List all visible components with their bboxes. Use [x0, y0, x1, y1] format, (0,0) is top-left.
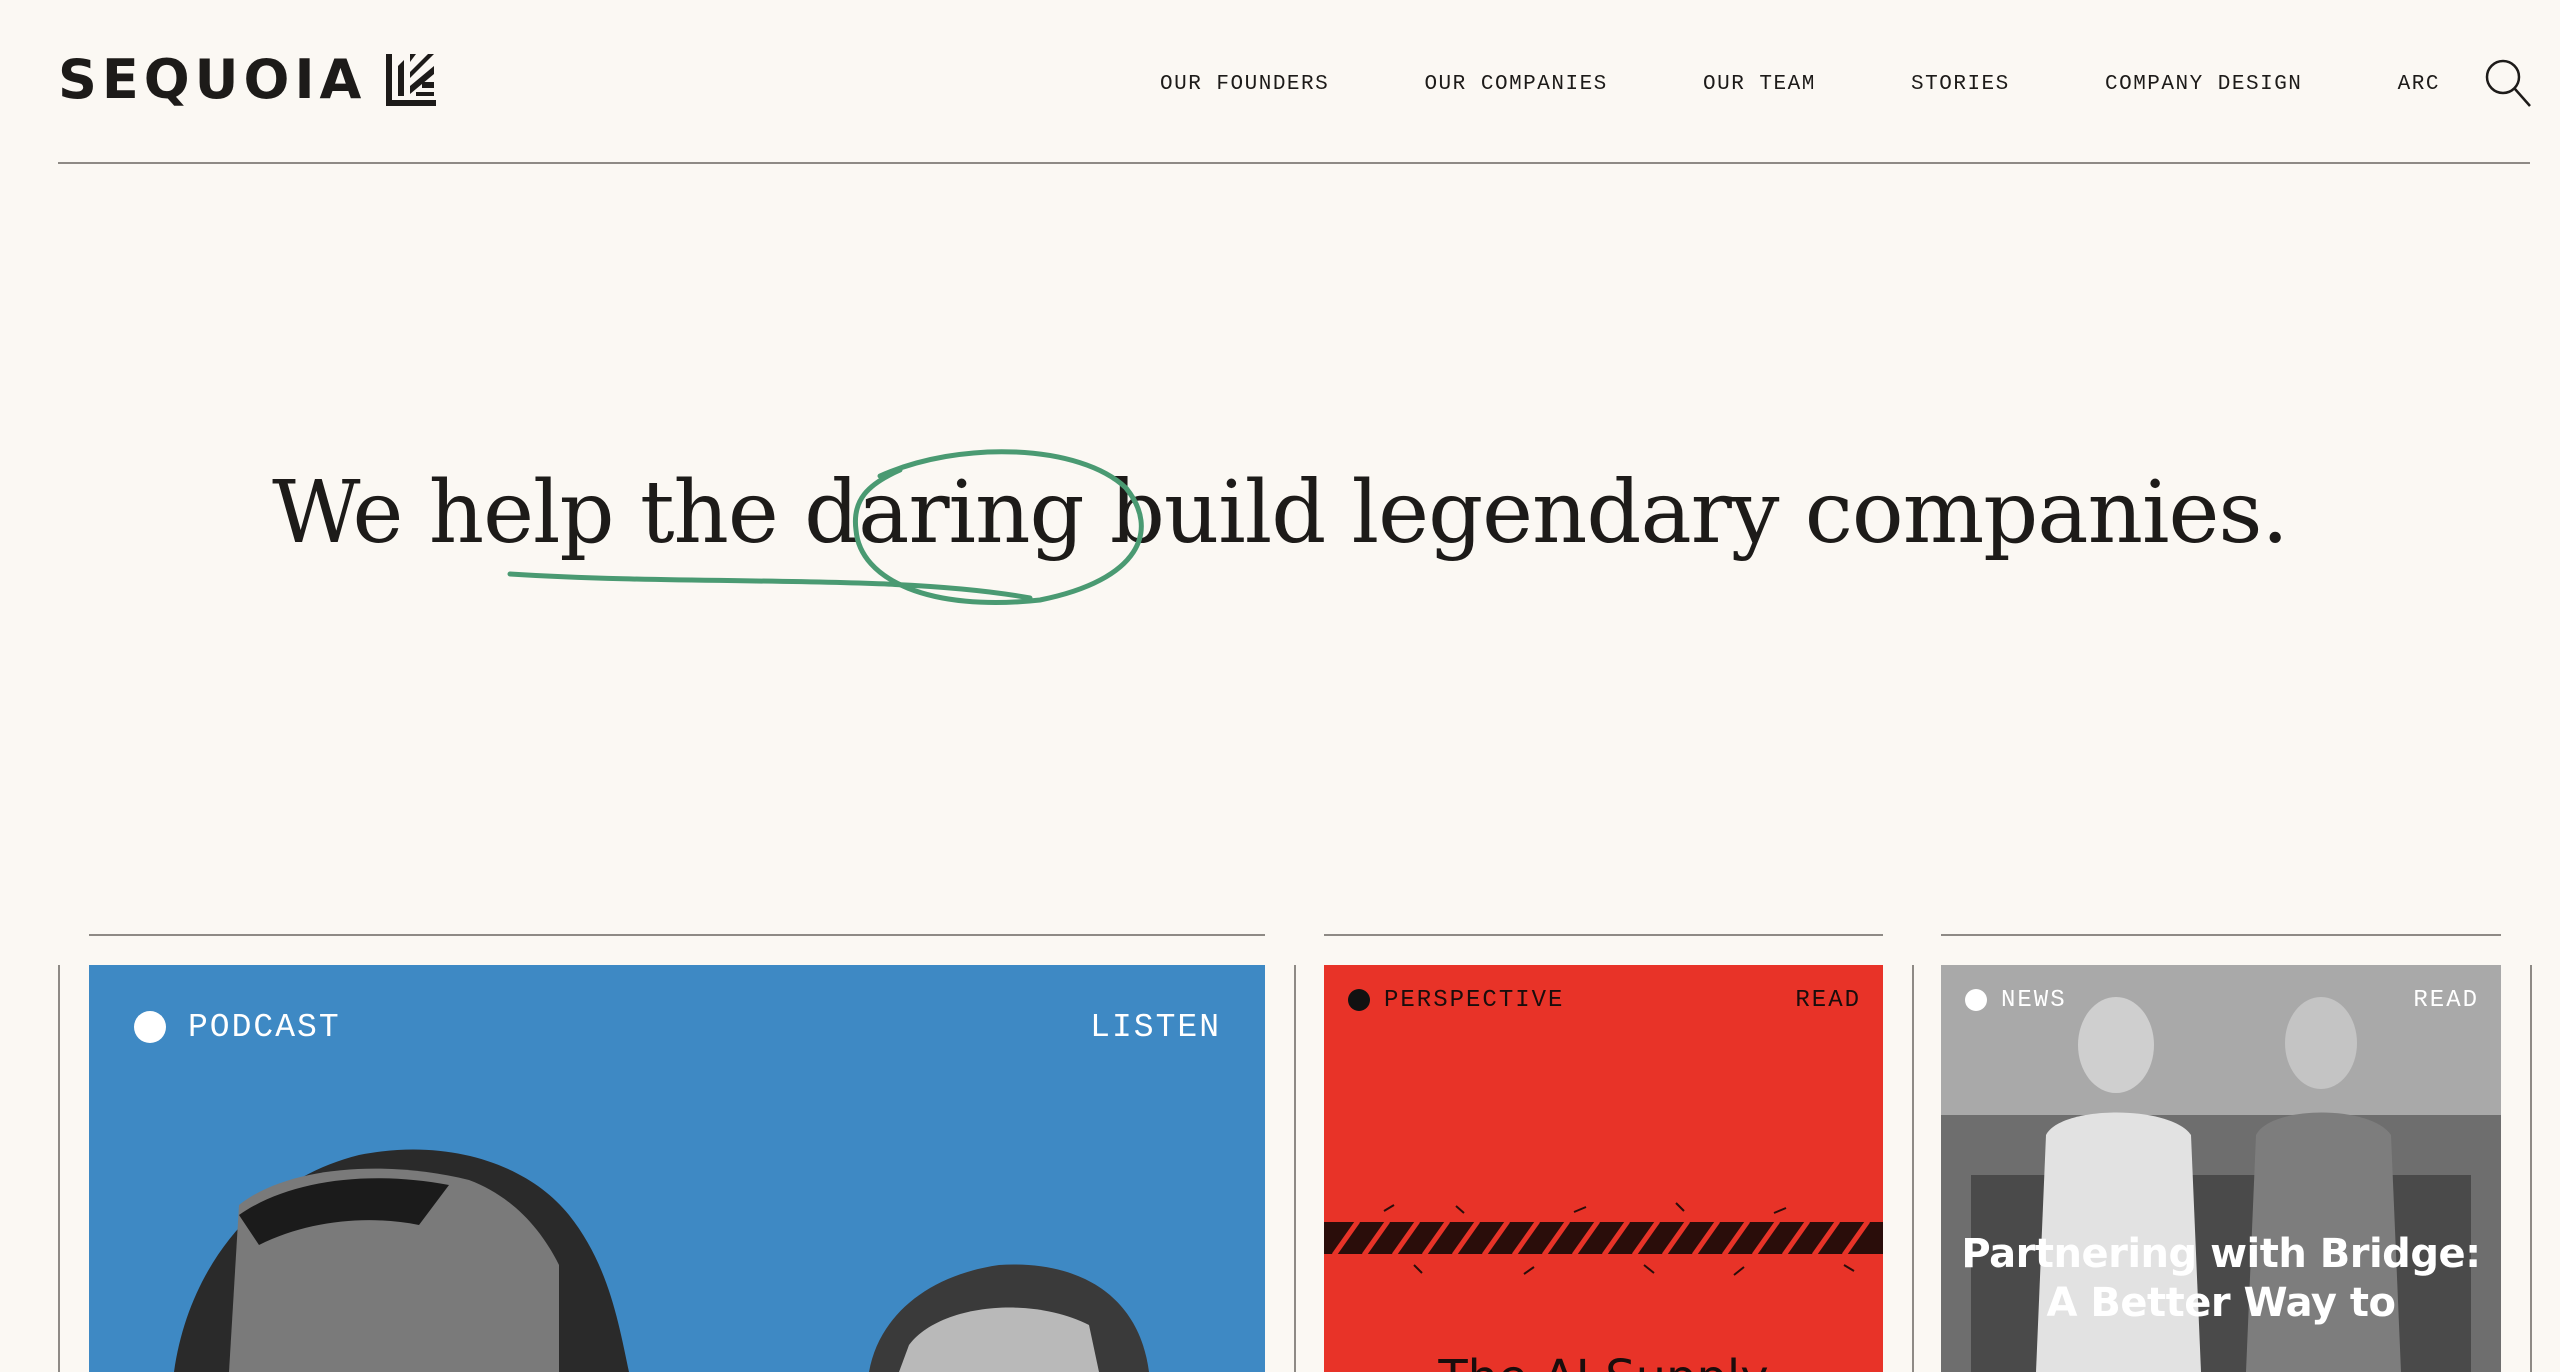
card-header: NEWS READ	[1941, 965, 2501, 1035]
sequoia-tree-mark-icon	[386, 54, 437, 106]
nav-our-founders[interactable]: OUR FOUNDERS	[1160, 73, 1329, 96]
card-title: Partnering with Bridge: A Better Way to	[1961, 1231, 2481, 1326]
column-divider	[2530, 965, 2532, 1372]
category-dot-icon	[134, 1011, 166, 1043]
nav-our-companies[interactable]: OUR COMPANIES	[1424, 73, 1607, 96]
category-dot-icon	[1348, 989, 1370, 1011]
read-link[interactable]: READ	[1795, 987, 1861, 1014]
nav-arc[interactable]: ARC	[2398, 73, 2440, 96]
card1-top-rule	[89, 934, 1265, 936]
card-header: PERSPECTIVE READ	[1324, 965, 1883, 1035]
card2-top-rule	[1324, 934, 1883, 936]
hero: We help the daring build legendary compa…	[0, 448, 2560, 578]
hero-headline: We help the daring build legendary compa…	[272, 463, 2289, 563]
card-tag: PODCAST	[188, 1008, 341, 1046]
nav-our-team[interactable]: OUR TEAM	[1703, 73, 1816, 96]
search-icon[interactable]	[2484, 58, 2532, 108]
nav-stories[interactable]: STORIES	[1911, 73, 2010, 96]
nav-company-design[interactable]: COMPANY DESIGN	[2105, 73, 2302, 96]
listen-link[interactable]: LISTEN	[1090, 1009, 1221, 1046]
card-title: The AI Supply	[1324, 1350, 1883, 1372]
news-card[interactable]: NEWS READ Partnering with Bridge: A Bett…	[1941, 965, 2501, 1372]
card-header: PODCAST LISTEN	[89, 965, 1265, 1089]
header-divider	[58, 162, 2530, 164]
card-tag: PERSPECTIVE	[1384, 986, 1565, 1014]
column-divider	[58, 965, 60, 1372]
sequoia-logo[interactable]: SEQUOIA	[58, 52, 438, 108]
logo-wordmark: SEQUOIA	[58, 48, 367, 111]
category-dot-icon	[1965, 989, 1987, 1011]
card-tag: NEWS	[2001, 986, 2067, 1014]
podcast-card[interactable]: PODCAST LISTEN	[89, 965, 1265, 1372]
column-divider	[1912, 965, 1914, 1372]
perspective-card[interactable]: PERSPECTIVE READ The AI Supply	[1324, 965, 1883, 1372]
main-nav: OUR FOUNDERS OUR COMPANIES OUR TEAM STOR…	[1160, 66, 2440, 102]
column-divider	[1294, 965, 1296, 1372]
card3-top-rule	[1941, 934, 2501, 936]
read-link[interactable]: READ	[2413, 987, 2479, 1014]
